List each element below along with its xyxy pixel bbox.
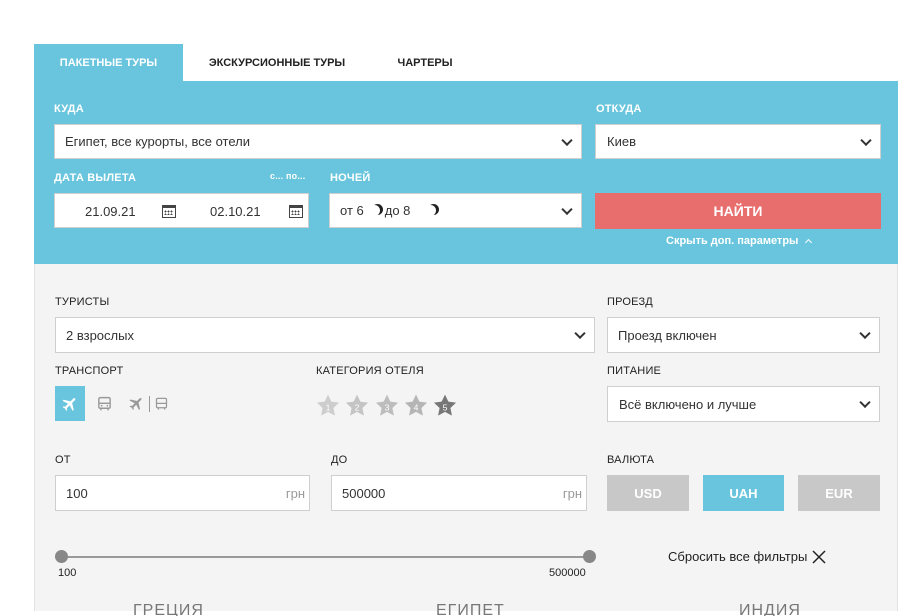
tourists-value: 2 взрослых	[66, 327, 134, 343]
moon-icon	[425, 205, 436, 216]
nights-label: НОЧЕЙ	[330, 172, 371, 184]
moon-icon	[369, 205, 380, 216]
price-to-input[interactable]: 500000 грн	[331, 475, 587, 511]
date-range-input[interactable]: 21.09.21 02.10.21	[54, 193, 309, 228]
chevron-down-icon	[561, 203, 573, 215]
price-from-value: 100	[66, 485, 88, 501]
departure-date-label: ДАТА ВЫЛЕТА	[54, 172, 137, 184]
travel-label: ПРОЕЗД	[607, 296, 653, 308]
tourists-label: ТУРИСТЫ	[55, 296, 110, 308]
star-icon: 5	[433, 394, 457, 416]
reset-filters-button[interactable]: Сбросить все фильтры	[668, 549, 826, 564]
departure-city-value: Киев	[607, 134, 636, 149]
star-icon: 3	[375, 394, 399, 416]
country-link-egypt[interactable]: ЕГИПЕТ	[436, 602, 505, 616]
toggle-params-label: Скрыть доп. параметры	[666, 235, 799, 247]
transport-combined-button[interactable]	[124, 386, 182, 421]
chevron-down-icon	[859, 327, 871, 340]
price-to-label: ДО	[331, 454, 348, 466]
chevron-down-icon	[561, 134, 573, 146]
calendar-icon[interactable]	[162, 205, 176, 218]
currency-unit: грн	[285, 486, 305, 501]
transport-label: ТРАНСПОРТ	[55, 365, 124, 377]
tab-charters[interactable]: ЧАРТЕРЫ	[385, 44, 465, 81]
bus-icon	[97, 396, 111, 410]
plane-icon	[62, 397, 76, 411]
star-icon: 4	[404, 394, 428, 416]
destination-select[interactable]: Египет, все курорты, все отели	[54, 124, 582, 159]
plane-icon	[129, 397, 142, 411]
range-min-value: 100	[58, 567, 77, 579]
range-max-value: 500000	[549, 567, 586, 579]
price-to-value: 500000	[342, 485, 386, 501]
close-icon	[812, 549, 826, 564]
star-4-button[interactable]: 4	[403, 393, 429, 419]
star-number: 3	[385, 402, 390, 412]
transport-bus-button[interactable]	[89, 386, 119, 421]
bus-icon	[155, 397, 168, 410]
star-number: 1	[326, 402, 331, 412]
currency-eur-button[interactable]: EUR	[798, 475, 880, 511]
toggle-params-link[interactable]: Скрыть доп. параметры	[666, 235, 812, 247]
chevron-down-icon	[574, 327, 586, 340]
tab-package-tours[interactable]: ПАКЕТНЫЕ ТУРЫ	[34, 44, 183, 81]
country-link-india[interactable]: ИНДИЯ	[739, 602, 801, 616]
food-label: ПИТАНИЕ	[607, 365, 662, 377]
food-select[interactable]: Всё включено и лучше	[607, 386, 880, 422]
chevron-up-icon	[804, 238, 812, 247]
hotel-category-label: КАТЕГОРИЯ ОТЕЛЯ	[316, 365, 424, 377]
reset-filters-label: Сбросить все фильтры	[668, 549, 808, 564]
star-5-button[interactable]: 5	[432, 393, 458, 419]
star-icon: 2	[345, 394, 369, 416]
star-3-button[interactable]: 3	[374, 393, 400, 419]
price-from-input[interactable]: 100 грн	[55, 475, 310, 511]
travel-select[interactable]: Проезд включен	[607, 317, 880, 353]
departure-city-label: ОТКУДА	[596, 103, 642, 115]
separator	[149, 395, 150, 412]
date-from-value: 21.09.21	[85, 204, 136, 219]
food-value: Всё включено и лучше	[619, 396, 757, 412]
star-icon: 1	[316, 394, 340, 416]
price-range-slider[interactable]	[60, 556, 590, 558]
star-1-button[interactable]: 1	[315, 393, 341, 419]
find-button[interactable]: НАЙТИ	[595, 193, 881, 229]
tab-excursion-tours[interactable]: ЭКСКУРСИОННЫЕ ТУРЫ	[193, 44, 361, 81]
range-min-handle[interactable]	[55, 550, 68, 563]
nights-to: до 8	[384, 203, 411, 218]
country-link-greece[interactable]: ГРЕЦИЯ	[133, 602, 204, 616]
currency-usd-button[interactable]: USD	[607, 475, 689, 511]
calendar-icon[interactable]	[289, 205, 303, 218]
range-max-handle[interactable]	[583, 550, 596, 563]
star-number: 4	[414, 402, 419, 412]
departure-city-select[interactable]: Киев	[595, 124, 881, 159]
currency-unit: грн	[562, 486, 582, 501]
destination-value: Египет, все курорты, все отели	[65, 134, 250, 149]
star-2-button[interactable]: 2	[344, 393, 370, 419]
nights-from: от 6	[340, 203, 364, 218]
date-range-hint: с... по...	[270, 171, 306, 181]
travel-value: Проезд включен	[618, 327, 717, 343]
nights-select[interactable]: от 6 до 8	[329, 193, 582, 228]
chevron-down-icon	[859, 396, 871, 409]
currency-uah-button[interactable]: UAH	[703, 475, 784, 511]
chevron-down-icon	[860, 134, 872, 146]
price-from-label: ОТ	[55, 454, 71, 466]
destination-label: КУДА	[54, 103, 84, 115]
currency-label: ВАЛЮТА	[607, 454, 655, 466]
date-to-value: 02.10.21	[210, 204, 261, 219]
star-number: 2	[355, 402, 360, 412]
tourists-select[interactable]: 2 взрослых	[55, 317, 595, 353]
transport-plane-button[interactable]	[55, 386, 85, 421]
star-number: 5	[443, 402, 448, 412]
